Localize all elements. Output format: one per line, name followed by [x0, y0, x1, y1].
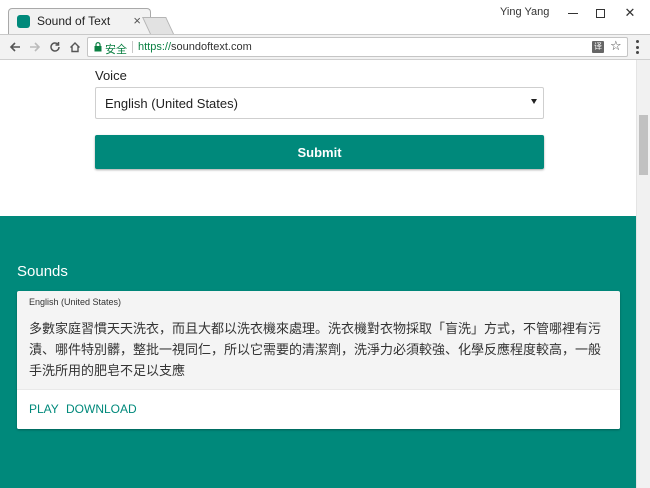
voice-label: Voice [95, 68, 127, 83]
submit-button[interactable]: Submit [95, 135, 544, 169]
page-viewport: Voice English (United States) Submit Sou… [0, 60, 636, 488]
minimize-icon [568, 12, 578, 14]
lock-icon [94, 42, 102, 52]
secure-label: 安全 [105, 44, 127, 56]
home-icon [70, 42, 80, 53]
sound-card-language: English (United States) [29, 297, 122, 307]
translate-icon[interactable]: 译 [592, 41, 604, 53]
voice-selected-value: English (United States) [105, 96, 238, 111]
url-text[interactable]: https://soundoftext.com [138, 41, 252, 53]
sound-card: English (United States) 多數家庭習慣天天洗衣，而且大都以… [17, 291, 620, 429]
browser-toolbar: 安全 https://soundoftext.com 译 ☆ [0, 35, 650, 60]
tab-title: Sound of Text [37, 14, 111, 28]
sound-card-text: 多數家庭習慣天天洗衣，而且大都以洗衣機來處理。洗衣機對衣物採取「盲洗」方式，不管… [29, 322, 602, 379]
sounds-heading: Sounds [17, 263, 68, 280]
profile-name[interactable]: Ying Yang [500, 6, 549, 18]
minimize-button[interactable] [558, 2, 588, 24]
tab-close-icon[interactable]: × [133, 13, 141, 28]
reload-button[interactable] [46, 38, 64, 56]
site-favicon-icon [17, 15, 30, 28]
dropdown-caret-icon [531, 99, 537, 104]
browser-titlebar: Sound of Text × Ying Yang ✕ [0, 0, 650, 35]
download-button[interactable]: DOWNLOAD [66, 402, 137, 416]
reload-icon [50, 42, 60, 52]
bookmark-star-icon[interactable]: ☆ [610, 38, 622, 54]
url-scheme: https:// [138, 41, 172, 53]
browser-tab-active[interactable]: Sound of Text × [8, 8, 151, 34]
back-button[interactable] [6, 38, 24, 56]
arrow-left-icon [9, 42, 20, 52]
address-bar[interactable]: 安全 https://soundoftext.com 译 ☆ [87, 37, 628, 57]
omnibox-divider [132, 41, 133, 53]
window-close-button[interactable]: ✕ [615, 2, 645, 24]
maximize-button[interactable] [585, 2, 615, 24]
play-button[interactable]: PLAY [29, 402, 59, 416]
forward-button[interactable] [26, 38, 44, 56]
page-scrollbar[interactable] [636, 60, 650, 488]
sound-card-actions: PLAY DOWNLOAD [17, 389, 620, 429]
close-icon: ✕ [624, 5, 636, 20]
url-host: soundoftext.com [171, 41, 252, 53]
home-button[interactable] [66, 38, 84, 56]
sounds-section: Sounds English (United States) 多數家庭習慣天天洗… [0, 216, 636, 488]
arrow-right-icon [30, 42, 41, 52]
maximize-icon [595, 8, 605, 18]
voice-select[interactable]: English (United States) [95, 87, 544, 119]
browser-menu-icon[interactable] [632, 40, 642, 54]
scrollbar-thumb[interactable] [639, 115, 648, 175]
